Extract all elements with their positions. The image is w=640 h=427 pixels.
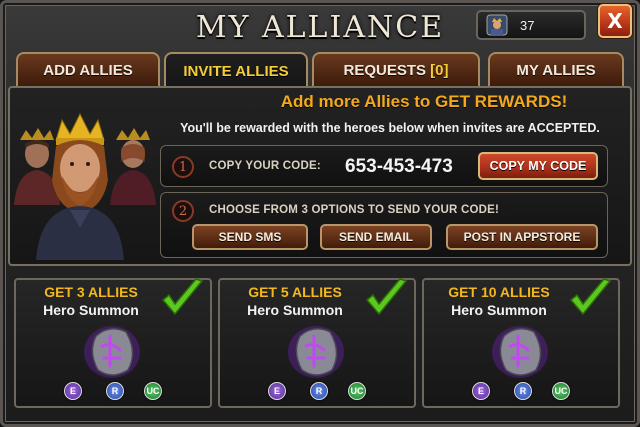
reward-card: GET 5 ALLIES Hero Summon E R UC bbox=[218, 278, 416, 408]
reward-card: GET 3 ALLIES Hero Summon E R UC bbox=[14, 278, 212, 408]
checkmark-icon bbox=[365, 278, 408, 316]
hero-summon-rune-icon bbox=[288, 326, 344, 378]
epic-badge: E bbox=[472, 382, 490, 400]
rare-badge: R bbox=[514, 382, 532, 400]
checkmark-icon bbox=[569, 278, 612, 316]
invite-headline: Add more Allies to GET REWARDS! bbox=[280, 92, 568, 111]
epic-badge: E bbox=[64, 382, 82, 400]
tab-add-allies[interactable]: ADD ALLIES bbox=[16, 52, 160, 86]
uncommon-badge: UC bbox=[552, 382, 570, 400]
uncommon-badge: UC bbox=[144, 382, 162, 400]
hero-summon-rune-icon bbox=[492, 326, 548, 378]
send-options-label: CHOOSE FROM 3 OPTIONS TO SEND YOUR CODE! bbox=[209, 204, 499, 216]
reward-title: GET 10 ALLIES bbox=[448, 284, 550, 300]
send-sms-button[interactable]: SEND SMS bbox=[192, 224, 308, 250]
tab-requests[interactable]: REQUESTS [0] bbox=[312, 52, 480, 86]
heroes-portrait-icon bbox=[14, 112, 156, 260]
close-button[interactable]: X bbox=[598, 4, 632, 38]
reward-title: GET 3 ALLIES bbox=[44, 284, 138, 300]
tab-my-allies[interactable]: MY ALLIES bbox=[488, 52, 624, 86]
step1-number: 1 bbox=[172, 156, 194, 178]
ally-avatar-icon bbox=[486, 14, 508, 36]
tab-invite-allies[interactable]: INVITE ALLIES bbox=[164, 52, 308, 88]
ally-count-badge: 37 bbox=[476, 10, 586, 40]
copy-my-code-button[interactable]: COPY MY CODE bbox=[478, 152, 598, 180]
copy-code-label: COPY YOUR CODE: bbox=[209, 160, 321, 172]
checkmark-icon bbox=[161, 278, 204, 316]
uncommon-badge: UC bbox=[348, 382, 366, 400]
invite-subline: You'll be rewarded with the heroes below… bbox=[180, 121, 600, 135]
epic-badge: E bbox=[268, 382, 286, 400]
tab-requests-count: [0] bbox=[430, 61, 449, 79]
reward-title: GET 5 ALLIES bbox=[248, 284, 342, 300]
post-in-appstore-button[interactable]: POST IN APPSTORE bbox=[446, 224, 598, 250]
step2-number: 2 bbox=[172, 200, 194, 222]
hero-summon-rune-icon bbox=[84, 326, 140, 378]
reward-card: GET 10 ALLIES Hero Summon E R UC bbox=[422, 278, 620, 408]
send-email-button[interactable]: SEND EMAIL bbox=[320, 224, 432, 250]
rare-badge: R bbox=[310, 382, 328, 400]
reward-subtitle: Hero Summon bbox=[451, 302, 547, 318]
rare-badge: R bbox=[106, 382, 124, 400]
reward-subtitle: Hero Summon bbox=[43, 302, 139, 318]
tab-requests-label: REQUESTS bbox=[343, 61, 426, 79]
reward-subtitle: Hero Summon bbox=[247, 302, 343, 318]
ally-count-value: 37 bbox=[520, 17, 535, 33]
window-title: MY ALLIANCE bbox=[195, 10, 445, 45]
invite-code: 653-453-473 bbox=[345, 156, 453, 177]
